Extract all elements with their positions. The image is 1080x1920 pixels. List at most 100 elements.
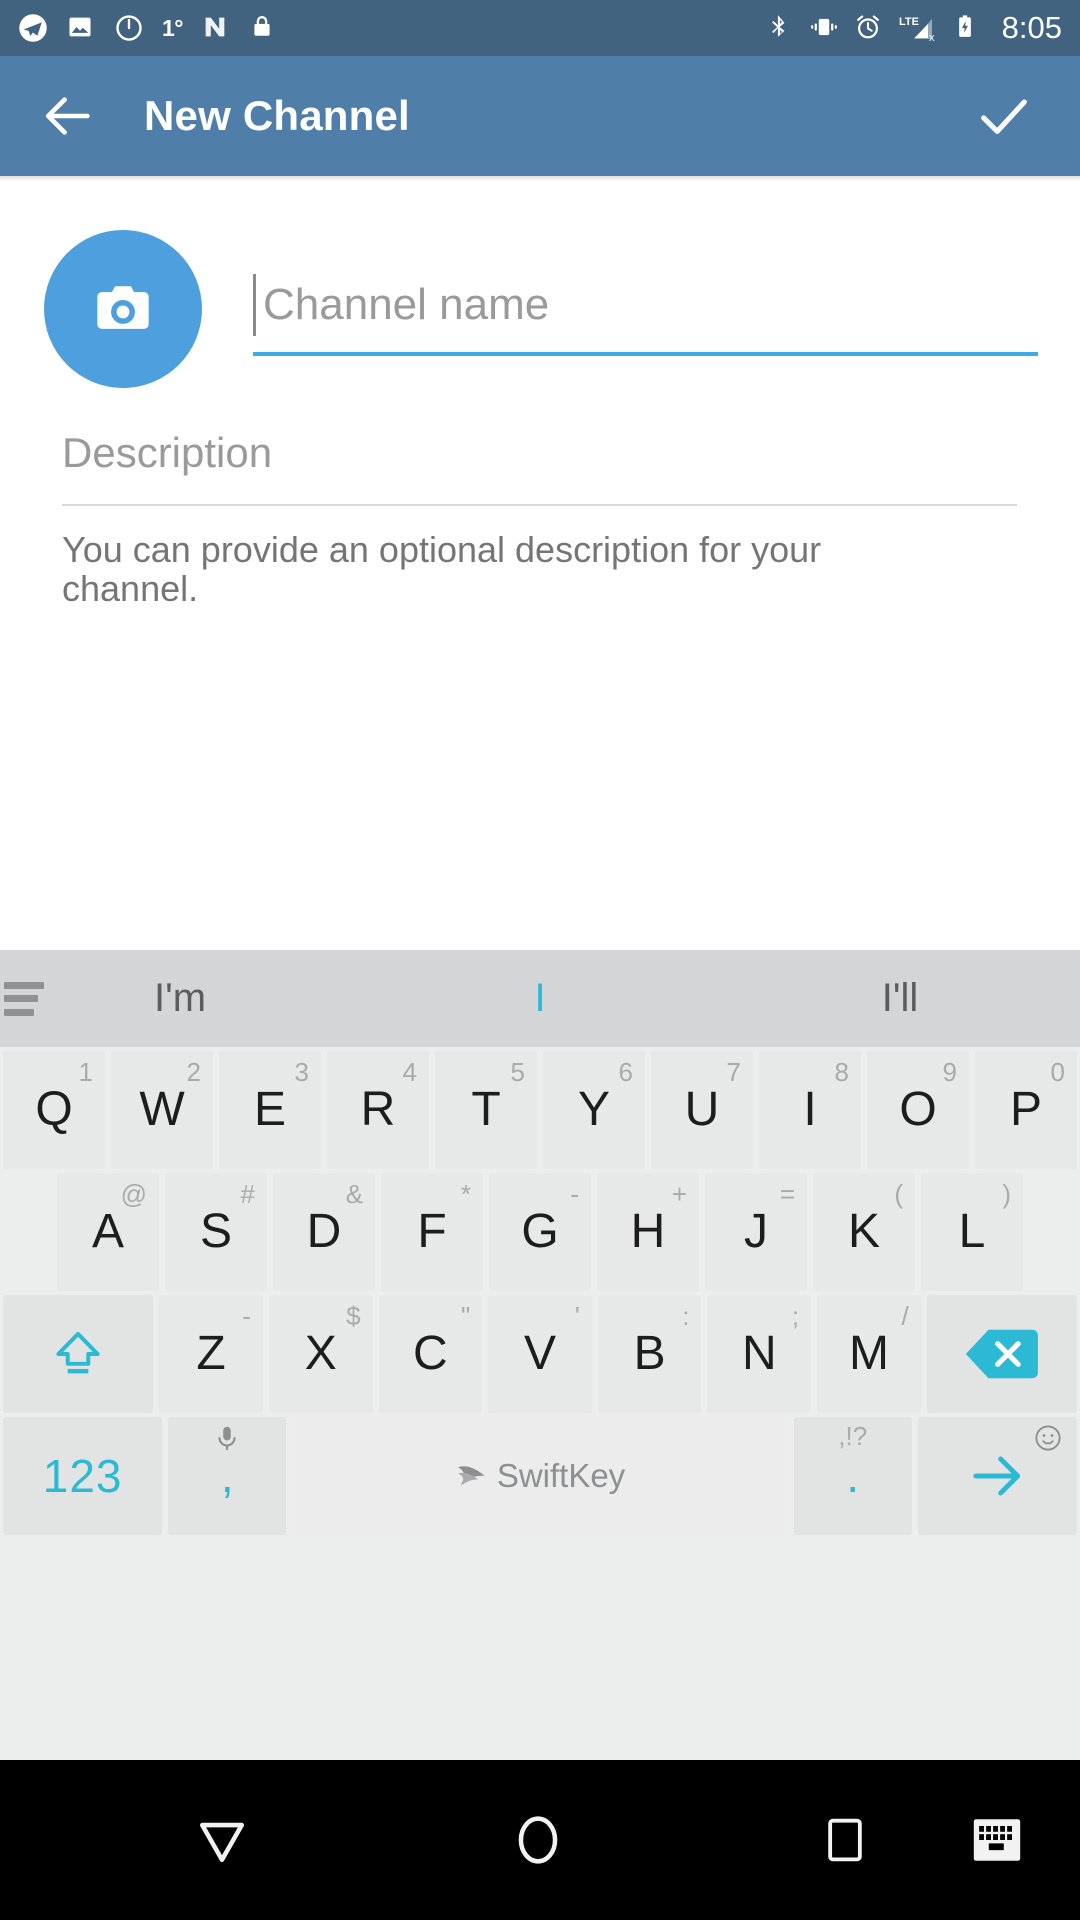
- comma-key[interactable]: ,: [168, 1417, 287, 1535]
- nav-recents-button[interactable]: [818, 1813, 872, 1867]
- key-i-alt: 8: [834, 1057, 849, 1087]
- key-w[interactable]: 2W: [111, 1051, 213, 1169]
- numeric-mode-key[interactable]: 123: [3, 1417, 163, 1535]
- backspace-icon: [965, 1329, 1038, 1379]
- swiftkey-logo-icon: [457, 1466, 485, 1487]
- key-y-alt: 6: [618, 1057, 633, 1087]
- keyboard-rows: 1Q 2W 3E 4R 5T 6Y 7U 8I 9O 0P @ A # S & D *…: [0, 1047, 1080, 1537]
- period-key[interactable]: ,!? .: [793, 1417, 912, 1535]
- key-f[interactable]: * F: [381, 1173, 483, 1291]
- key-t-label: T: [471, 1083, 501, 1136]
- description-field[interactable]: Description: [62, 424, 1017, 506]
- key-v-label: V: [524, 1327, 557, 1380]
- enter-key[interactable]: [917, 1417, 1077, 1535]
- hamburger-menu-icon[interactable]: [4, 981, 48, 1016]
- key-q-label: Q: [35, 1083, 73, 1136]
- key-k[interactable]: (K: [813, 1173, 915, 1291]
- space-key[interactable]: SwiftKey: [292, 1417, 788, 1535]
- key-x-label: X: [304, 1327, 337, 1380]
- key-j-alt: =: [779, 1179, 795, 1209]
- shift-key[interactable]: [3, 1295, 154, 1413]
- key-s[interactable]: # S: [165, 1173, 267, 1291]
- key-x[interactable]: $ X: [268, 1295, 373, 1413]
- keyboard-row-3: -Z $ X " C ' V :B ; N / M: [0, 1293, 1080, 1415]
- done-button[interactable]: [972, 84, 1036, 148]
- period-key-label: .: [846, 1450, 860, 1502]
- key-m[interactable]: / M: [817, 1295, 921, 1413]
- nav-back-triangle-icon: [199, 1822, 244, 1862]
- key-h-label: H: [630, 1205, 666, 1258]
- form-content: Channel name Description You can provide…: [0, 176, 1080, 950]
- channel-avatar-picker[interactable]: [44, 230, 202, 388]
- check-icon: [981, 99, 1027, 135]
- back-button[interactable]: [36, 84, 100, 148]
- key-t[interactable]: 5T: [435, 1051, 537, 1169]
- key-b[interactable]: :B: [597, 1295, 702, 1413]
- bluetooth-icon: [766, 13, 796, 43]
- suggestion-0[interactable]: I'm: [0, 976, 360, 1021]
- key-o[interactable]: 9O: [867, 1051, 969, 1169]
- backspace-key[interactable]: [926, 1295, 1078, 1413]
- suggestion-2[interactable]: I'll: [720, 976, 1080, 1021]
- emoji-smiley-icon[interactable]: [1033, 1423, 1063, 1457]
- space-key-label: SwiftKey: [496, 1457, 626, 1494]
- description-underline: [62, 504, 1017, 506]
- lte-signal-icon: LTE x: [898, 13, 938, 44]
- key-e-alt: 3: [294, 1057, 309, 1087]
- key-e[interactable]: 3E: [219, 1051, 321, 1169]
- hide-keyboard-button[interactable]: [968, 1815, 1026, 1865]
- key-d-alt: &: [345, 1179, 363, 1209]
- key-g[interactable]: -G: [489, 1173, 591, 1291]
- page-title: New Channel: [144, 92, 410, 139]
- svg-text:LTE: LTE: [899, 16, 919, 28]
- key-n[interactable]: ; N: [707, 1295, 812, 1413]
- nav-recents-square-icon: [828, 1818, 862, 1862]
- appbar-shadow: [0, 176, 1080, 181]
- channel-name-field[interactable]: Channel name: [253, 264, 1038, 356]
- description-placeholder: Description: [62, 429, 273, 476]
- nav-back-button[interactable]: [190, 1808, 254, 1872]
- keyboard-row-2: @ A # S & D * F -G + H = J (K ) L: [0, 1171, 1080, 1293]
- key-z-alt: -: [242, 1301, 251, 1331]
- key-k-label: K: [847, 1205, 880, 1258]
- nav-home-button[interactable]: [506, 1808, 570, 1872]
- phone-screen: 1° LTE x 8:05 New Channel Channel name D…: [0, 0, 1080, 1920]
- key-n-alt: ;: [791, 1301, 800, 1331]
- key-y-label: Y: [577, 1083, 610, 1136]
- key-c-alt: ": [460, 1301, 471, 1331]
- key-a[interactable]: @ A: [57, 1173, 159, 1291]
- arrow-back-icon: [45, 97, 90, 135]
- key-d[interactable]: & D: [273, 1173, 375, 1291]
- key-j[interactable]: = J: [705, 1173, 807, 1291]
- key-r-label: R: [360, 1083, 396, 1136]
- status-bar: 1° LTE x 8:05: [0, 0, 1080, 56]
- key-p[interactable]: 0P: [975, 1051, 1077, 1169]
- key-b-label: B: [633, 1327, 666, 1380]
- navigation-bar: [0, 1760, 1080, 1920]
- key-c[interactable]: " C: [378, 1295, 483, 1413]
- microphone-icon: [212, 1423, 242, 1457]
- key-z[interactable]: -Z: [159, 1295, 263, 1413]
- status-bar-clock: 8:05: [1001, 10, 1062, 45]
- key-u-label: U: [684, 1083, 720, 1136]
- key-i[interactable]: 8I: [759, 1051, 861, 1169]
- key-l[interactable]: ) L: [921, 1173, 1023, 1291]
- key-x-alt: $: [346, 1301, 361, 1331]
- suggestion-1[interactable]: I: [360, 976, 720, 1021]
- key-p-label: P: [1009, 1083, 1042, 1136]
- key-v[interactable]: ' V: [488, 1295, 592, 1413]
- key-h[interactable]: + H: [597, 1173, 699, 1291]
- key-q[interactable]: 1Q: [3, 1051, 105, 1169]
- key-p-alt: 0: [1050, 1057, 1065, 1087]
- swiftkey-keyboard: I'm I I'll 1Q 2W 3E 4R 5T 6Y 7U 8I 9O 0P…: [0, 950, 1080, 1760]
- arrow-right-icon: [973, 1456, 1021, 1496]
- key-u-alt: 7: [726, 1057, 741, 1087]
- key-r[interactable]: 4R: [327, 1051, 429, 1169]
- key-u[interactable]: 7U: [651, 1051, 753, 1169]
- key-m-label: M: [848, 1327, 889, 1380]
- key-k-alt: (: [894, 1179, 903, 1209]
- key-i-label: I: [803, 1083, 817, 1136]
- key-y[interactable]: 6Y: [543, 1051, 645, 1169]
- key-a-label: A: [91, 1205, 124, 1258]
- key-w-label: W: [139, 1083, 185, 1136]
